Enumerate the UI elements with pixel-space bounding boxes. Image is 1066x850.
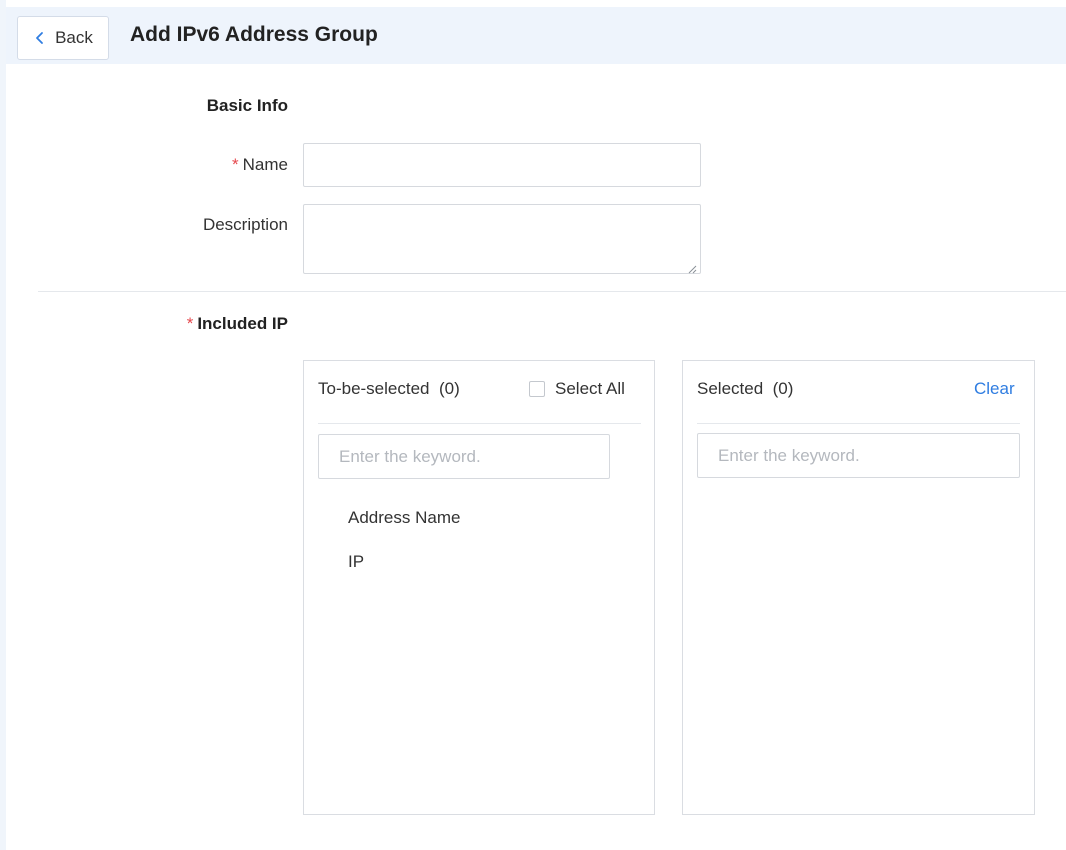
- to-be-selected-search-input[interactable]: [318, 434, 610, 479]
- selected-title: Selected: [697, 379, 764, 398]
- name-label: * Name: [150, 155, 288, 175]
- description-label: Description: [150, 215, 288, 235]
- basic-info-heading: Basic Info: [150, 96, 288, 116]
- page-title: Add IPv6 Address Group: [130, 23, 378, 46]
- included-ip-heading: * Included IP: [150, 314, 288, 334]
- selected-header: Selected (0): [697, 379, 793, 399]
- section-divider: [38, 291, 1066, 292]
- included-ip-heading-text: Included IP: [197, 314, 288, 333]
- back-button-label: Back: [55, 28, 93, 47]
- column-ip: IP: [348, 552, 365, 571]
- select-all-toggle[interactable]: Select All: [529, 379, 625, 399]
- panel-divider: [697, 423, 1020, 424]
- column-address-name: Address Name: [348, 508, 461, 527]
- back-button[interactable]: Back: [17, 16, 109, 60]
- selected-count: (0): [772, 379, 794, 398]
- basic-info-heading-text: Basic Info: [206, 96, 288, 115]
- select-all-label: Select All: [555, 379, 625, 398]
- left-edge-strip: [0, 0, 6, 850]
- name-label-text: Name: [242, 155, 288, 174]
- panel-divider: [318, 423, 641, 424]
- page-header: Back Add IPv6 Address Group: [6, 7, 1066, 64]
- chevron-left-icon: [33, 31, 47, 45]
- resize-grip-icon[interactable]: [688, 261, 697, 274]
- to-be-selected-panel: To-be-selected (0) Select All Address Na…: [303, 360, 655, 815]
- selected-panel: Selected (0) Clear: [682, 360, 1035, 815]
- description-textarea[interactable]: [303, 204, 701, 274]
- select-all-checkbox[interactable]: [529, 381, 545, 397]
- clear-button[interactable]: Clear: [974, 379, 1015, 399]
- to-be-selected-title: To-be-selected: [318, 379, 430, 398]
- required-mark: *: [186, 314, 194, 333]
- selected-search-input[interactable]: [697, 433, 1020, 478]
- description-label-text: Description: [202, 215, 288, 234]
- to-be-selected-count: (0): [438, 379, 460, 398]
- required-mark: *: [232, 155, 239, 174]
- name-input[interactable]: [303, 143, 701, 187]
- to-be-selected-header: To-be-selected (0): [318, 379, 460, 399]
